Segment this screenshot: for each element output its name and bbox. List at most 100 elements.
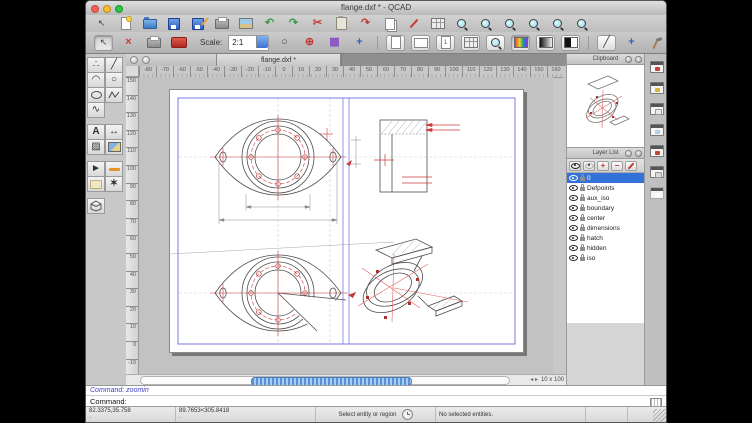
line-tool-button[interactable]: ╱	[105, 57, 123, 73]
zoom-window-tool-button[interactable]	[526, 17, 541, 31]
library-browser-toggle[interactable]	[650, 82, 664, 94]
layer-visibility-icon[interactable]	[569, 185, 578, 191]
save-as-button[interactable]	[190, 17, 205, 31]
scroll-left-button[interactable]: ◂	[530, 377, 533, 383]
snap-free-button[interactable]: ○	[275, 35, 294, 51]
hide-all-layers-button[interactable]	[583, 161, 595, 171]
text-tool-button[interactable]: A	[87, 124, 105, 140]
arc-tool-button[interactable]: ◠	[87, 72, 105, 88]
layer-list-toggle[interactable]	[650, 145, 664, 157]
print-preview-button[interactable]	[238, 17, 253, 31]
scroll-right-button[interactable]: ▸	[535, 377, 538, 383]
modify-tool-button[interactable]: ►	[87, 161, 105, 177]
property-editor-toggle[interactable]	[650, 61, 664, 73]
block-list-toggle[interactable]	[650, 124, 664, 136]
zoom-page-button[interactable]	[486, 35, 505, 51]
layer-row[interactable]: aux_iso	[567, 193, 644, 203]
clipboard-close-button[interactable]	[635, 56, 642, 63]
document-tab[interactable]: flange.dxf *	[216, 54, 341, 66]
layer-panel-float-button[interactable]	[625, 150, 632, 157]
single-page-button[interactable]: 1	[436, 35, 455, 51]
modify2-tool-button[interactable]	[87, 176, 105, 192]
grayscale-mode-button[interactable]	[536, 35, 555, 51]
layer-row[interactable]: center	[567, 213, 644, 223]
layer-visibility-icon[interactable]	[569, 205, 578, 211]
drawing-canvas[interactable]	[139, 77, 553, 374]
layer-row[interactable]: hatch	[567, 233, 644, 243]
spline-tool-button[interactable]: ∿	[87, 102, 105, 118]
layer-row[interactable]: dimensions	[567, 223, 644, 233]
image-tool-button[interactable]	[105, 139, 123, 155]
layer-lock-icon[interactable]	[580, 237, 585, 241]
layer-row[interactable]: Defpoints	[567, 183, 644, 193]
layer-visibility-icon[interactable]	[569, 195, 578, 201]
ellipse-tool-button[interactable]	[87, 87, 105, 103]
snap-center-button[interactable]: ⊕	[300, 35, 319, 51]
hatch-tool-button[interactable]: ▨	[87, 139, 105, 155]
layer-lock-icon[interactable]	[580, 197, 585, 201]
line-settings-button[interactable]: ╱	[597, 35, 616, 51]
canvas-horizontal-scrollbar[interactable]: ◂ ▸ 10 x 100	[126, 374, 566, 385]
export-badge-button[interactable]	[169, 35, 188, 51]
print-current-button[interactable]	[144, 35, 163, 51]
layer-row[interactable]: iso	[567, 253, 644, 263]
layer-visibility-icon[interactable]	[569, 175, 578, 181]
cut-button[interactable]: ✂	[310, 17, 325, 31]
new-file-button[interactable]	[118, 17, 133, 31]
explode-tool-button[interactable]: ✶	[105, 176, 123, 192]
clipboard-float-button[interactable]	[625, 56, 632, 63]
layer-lock-icon[interactable]	[580, 177, 585, 181]
zoom-selection-button[interactable]	[574, 17, 589, 31]
horizontal-scroll-track[interactable]	[140, 376, 510, 385]
save-button[interactable]	[166, 17, 181, 31]
draw-pen-button[interactable]	[406, 17, 421, 31]
dimension-tool-button[interactable]: ↔	[105, 124, 123, 140]
circle-tool-button[interactable]: ○	[105, 72, 123, 88]
pointer-button[interactable]: ↖	[94, 17, 109, 31]
layer-lock-icon[interactable]	[580, 227, 585, 231]
layer-lock-icon[interactable]	[580, 207, 585, 211]
redo-button[interactable]: ↷	[286, 17, 301, 31]
property-table-button[interactable]	[430, 17, 445, 31]
zoom-in-button[interactable]	[454, 17, 469, 31]
layer-visibility-icon[interactable]	[569, 225, 578, 231]
open-file-button[interactable]	[142, 17, 157, 31]
layer-row[interactable]: 0	[567, 173, 644, 183]
add-entity-button[interactable]: +	[622, 35, 641, 51]
tab-close-button[interactable]	[130, 56, 138, 64]
page-portrait-button[interactable]	[386, 35, 405, 51]
layer-visibility-icon[interactable]	[569, 215, 578, 221]
previous-view-button[interactable]	[550, 17, 565, 31]
auto-zoom-button[interactable]	[502, 17, 517, 31]
layer-visibility-icon[interactable]	[569, 235, 578, 241]
tab-new-button[interactable]	[142, 56, 150, 64]
print-button[interactable]	[214, 17, 229, 31]
layer-row[interactable]: hidden	[567, 243, 644, 253]
paste-button[interactable]	[334, 17, 349, 31]
layer-lock-icon[interactable]	[580, 257, 585, 261]
layer-visibility-icon[interactable]	[569, 255, 578, 261]
show-all-layers-button[interactable]	[569, 161, 581, 171]
command-line-toggle[interactable]	[650, 103, 664, 115]
layer-row[interactable]: boundary	[567, 203, 644, 213]
paper-sheet[interactable]	[169, 89, 524, 353]
polyline-tool-button[interactable]	[105, 87, 123, 103]
measure-tool-button[interactable]	[105, 161, 123, 177]
color-mode-button[interactable]	[511, 35, 530, 51]
undo-button[interactable]: ↶	[262, 17, 277, 31]
page-landscape-button[interactable]	[411, 35, 430, 51]
layer-visibility-icon[interactable]	[569, 245, 578, 251]
select-tool-button[interactable]: ↖	[94, 35, 113, 51]
layer-lock-icon[interactable]	[580, 217, 585, 221]
dev-tools-button[interactable]	[647, 35, 666, 51]
point-tool-button[interactable]: ∴	[87, 57, 105, 73]
layer-lock-icon[interactable]	[580, 187, 585, 191]
scale-combobox[interactable]: 2:1	[228, 35, 269, 51]
add-layer-button[interactable]: +	[597, 161, 609, 171]
selection-filter-toggle[interactable]	[650, 166, 664, 178]
resize-grip[interactable]	[653, 409, 666, 422]
copy-button[interactable]	[382, 17, 397, 31]
layer-panel-close-button[interactable]	[635, 150, 642, 157]
zoom-out-button[interactable]	[478, 17, 493, 31]
edit-layer-button[interactable]	[625, 161, 637, 171]
